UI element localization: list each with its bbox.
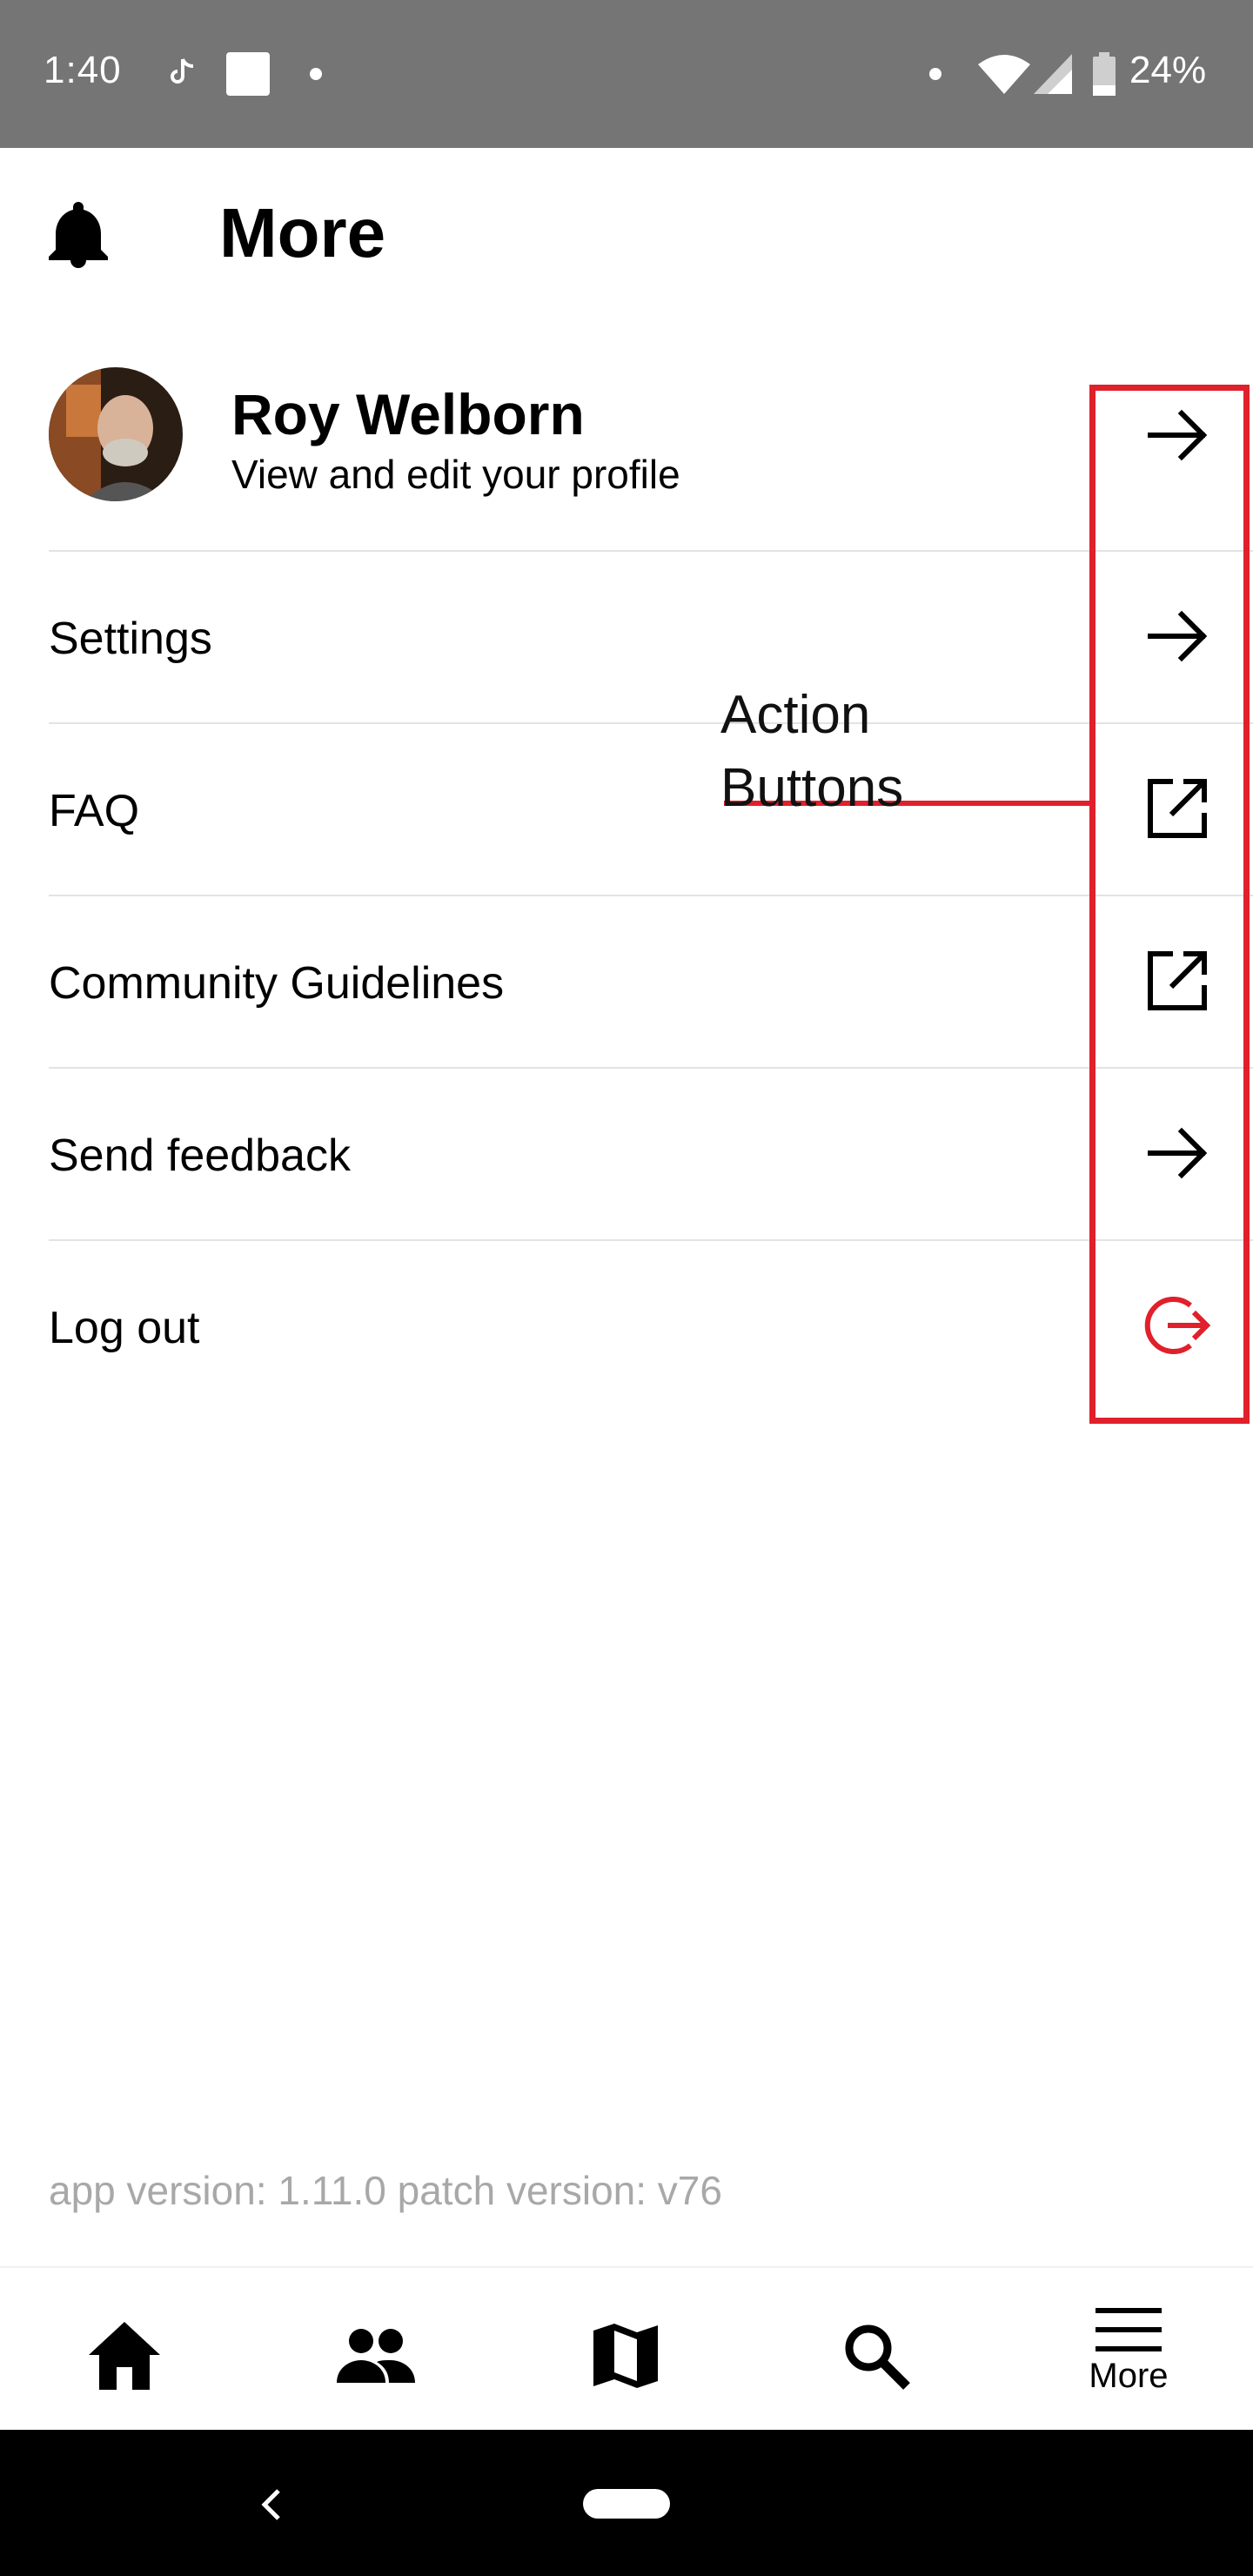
- menu-item-settings[interactable]: Settings: [49, 613, 212, 665]
- people-icon: [337, 2329, 415, 2383]
- nav-home[interactable]: [59, 2291, 190, 2412]
- divider: [49, 1067, 1253, 1069]
- divider: [49, 550, 1253, 552]
- tiktok-icon: [171, 57, 195, 89]
- nav-more-label: More: [1089, 2357, 1169, 2395]
- nav-more[interactable]: More: [1063, 2291, 1194, 2412]
- nav-search[interactable]: [811, 2291, 941, 2412]
- divider: [49, 895, 1253, 896]
- annotation-label-line2: Buttons: [720, 758, 904, 818]
- page-title: More: [219, 194, 386, 272]
- status-time: 1:40: [44, 49, 122, 91]
- menu-item-community-guidelines[interactable]: Community Guidelines: [49, 957, 504, 1010]
- battery-percent: 24%: [1129, 49, 1207, 91]
- divider: [49, 722, 1253, 724]
- profile-name[interactable]: Roy Welborn: [231, 381, 585, 447]
- wifi-icon: [978, 54, 1030, 94]
- menu-item-faq[interactable]: FAQ: [49, 785, 139, 837]
- search-icon: [845, 2324, 910, 2390]
- divider: [49, 1239, 1253, 1241]
- home-pill[interactable]: [583, 2489, 670, 2519]
- signal-icon: [1034, 54, 1072, 94]
- home-icon: [89, 2322, 160, 2390]
- profile-subtitle[interactable]: View and edit your profile: [231, 451, 680, 498]
- menu-item-send-feedback[interactable]: Send feedback: [49, 1130, 351, 1182]
- mewe-app-icon: [226, 52, 270, 96]
- back-icon[interactable]: [258, 2485, 285, 2524]
- notification-dot-icon: [929, 68, 941, 80]
- notification-dot-icon: [310, 68, 322, 80]
- annotation-label-line1: Action: [720, 685, 871, 745]
- bell-icon[interactable]: [44, 197, 113, 270]
- nav-map[interactable]: [560, 2291, 691, 2412]
- annotation-label: Action Buttons: [720, 679, 903, 825]
- avatar[interactable]: [49, 367, 183, 501]
- menu-icon: [1096, 2308, 1162, 2351]
- menu-item-log-out[interactable]: Log out: [49, 1302, 200, 1354]
- battery-icon: [1093, 52, 1116, 96]
- app-version: app version: 1.11.0 patch version: v76: [49, 2168, 722, 2213]
- nav-people[interactable]: [310, 2291, 440, 2412]
- annotation-box: [1089, 385, 1250, 1424]
- map-icon: [593, 2324, 658, 2388]
